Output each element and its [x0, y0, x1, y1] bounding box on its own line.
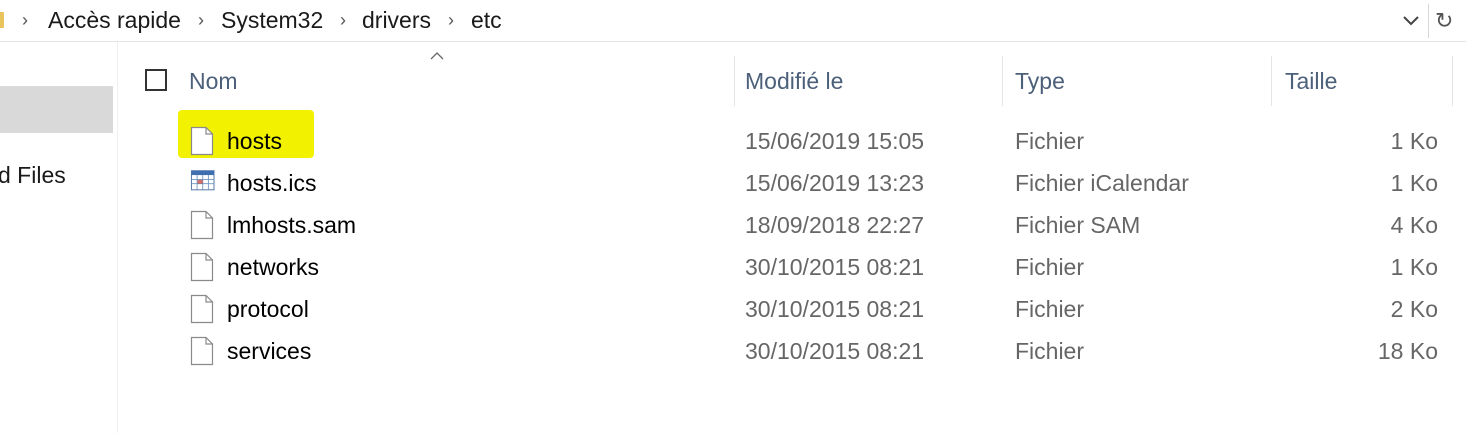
nav-item-label[interactable]: d Files: [0, 162, 66, 189]
breadcrumb-drivers[interactable]: drivers: [362, 7, 431, 34]
file-modified: 15/06/2019 13:23: [745, 170, 925, 196]
file-name[interactable]: networks: [227, 254, 319, 281]
column-type[interactable]: Type: [1003, 52, 1271, 106]
nav-item-selected[interactable]: [0, 86, 113, 133]
file-type: Fichier iCalendar: [1015, 170, 1189, 196]
document-icon: [190, 252, 214, 282]
column-header: Nom Modifié le Type Taille: [128, 52, 1458, 106]
file-size: 18 Ko: [1377, 338, 1438, 364]
select-all-checkbox[interactable]: [145, 69, 167, 91]
navigation-pane: d Files: [0, 42, 118, 433]
file-modified: 18/09/2018 22:27: [745, 212, 925, 238]
file-type: Fichier: [1015, 296, 1085, 322]
file-name[interactable]: hosts: [227, 128, 282, 155]
file-size: 2 Ko: [1390, 296, 1438, 322]
address-bar[interactable]: › Accès rapide › System32 › drivers › et…: [0, 0, 1466, 42]
column-size-label: Taille: [1285, 68, 1338, 94]
file-modified: 15/06/2019 15:05: [745, 128, 925, 154]
file-type: Fichier SAM: [1015, 212, 1141, 238]
calendar-icon: [190, 170, 215, 191]
file-size: 4 Ko: [1390, 212, 1438, 238]
file-type: Fichier: [1015, 338, 1085, 364]
breadcrumb-etc[interactable]: etc: [471, 7, 502, 34]
file-type: Fichier: [1015, 128, 1085, 154]
column-name-label: Nom: [189, 68, 238, 94]
column-modified[interactable]: Modifié le: [735, 52, 1002, 106]
breadcrumb-separator-icon[interactable]: ›: [198, 10, 204, 31]
breadcrumb-separator-icon[interactable]: ›: [448, 10, 454, 31]
breadcrumb-system32[interactable]: System32: [221, 7, 323, 34]
document-icon: [190, 210, 214, 240]
file-name[interactable]: hosts.ics: [227, 170, 316, 197]
file-name[interactable]: protocol: [227, 296, 309, 323]
file-size: 1 Ko: [1390, 128, 1438, 154]
file-modified: 30/10/2015 08:21: [745, 338, 925, 364]
document-icon: [190, 336, 214, 366]
file-row[interactable]: hosts.ics 15/06/2019 13:23 Fichier iCale…: [128, 164, 1458, 206]
file-row[interactable]: lmhosts.sam 18/09/2018 22:27 Fichier SAM…: [128, 206, 1458, 248]
address-divider: [1428, 4, 1429, 38]
file-row[interactable]: services 30/10/2015 08:21 Fichier 18 Ko: [128, 332, 1458, 374]
document-icon: [190, 126, 214, 156]
folder-icon: [0, 12, 4, 28]
file-size: 1 Ko: [1390, 170, 1438, 196]
file-name[interactable]: lmhosts.sam: [227, 212, 356, 239]
file-row[interactable]: protocol 30/10/2015 08:21 Fichier 2 Ko: [128, 290, 1458, 332]
file-row[interactable]: networks 30/10/2015 08:21 Fichier 1 Ko: [128, 248, 1458, 290]
breadcrumb-separator-icon[interactable]: ›: [340, 10, 346, 31]
breadcrumb-separator-icon[interactable]: ›: [22, 10, 28, 31]
breadcrumb-quick-access[interactable]: Accès rapide: [48, 7, 181, 34]
file-row[interactable]: hosts 15/06/2019 15:05 Fichier 1 Ko: [128, 110, 1458, 164]
column-type-label: Type: [1015, 68, 1065, 94]
refresh-icon[interactable]: ↻: [1435, 8, 1453, 34]
file-modified: 30/10/2015 08:21: [745, 254, 925, 280]
column-divider[interactable]: [1452, 56, 1453, 106]
document-icon: [190, 294, 214, 324]
column-size[interactable]: Taille: [1272, 52, 1452, 106]
file-name[interactable]: services: [227, 338, 311, 365]
file-modified: 30/10/2015 08:21: [745, 296, 925, 322]
chevron-down-icon[interactable]: [1400, 9, 1422, 31]
column-modified-label: Modifié le: [745, 68, 844, 94]
file-type: Fichier: [1015, 254, 1085, 280]
file-size: 1 Ko: [1390, 254, 1438, 280]
column-name[interactable]: Nom: [176, 52, 734, 106]
